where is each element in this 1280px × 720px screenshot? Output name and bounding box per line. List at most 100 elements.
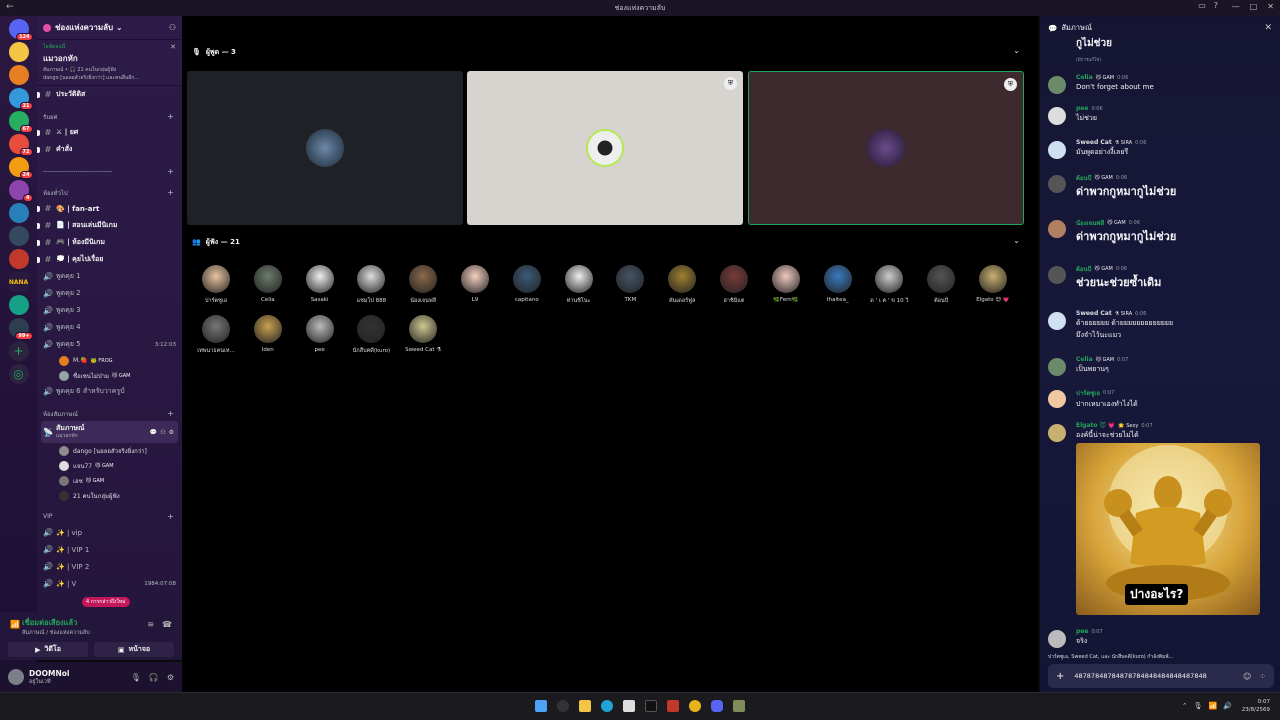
- voice-user[interactable]: M.🍓 🐸 FROG: [37, 353, 182, 368]
- discord-icon[interactable]: [711, 700, 723, 712]
- server-icon[interactable]: 24: [8, 157, 33, 179]
- category-general[interactable]: ห้องทั่วไป +: [37, 185, 182, 200]
- avatar[interactable]: [8, 669, 24, 685]
- add-channel-icon[interactable]: +: [167, 188, 174, 197]
- server-icon[interactable]: [8, 65, 29, 85]
- chevron-down-icon[interactable]: ⌄: [1013, 236, 1020, 245]
- voice-channel[interactable]: 🔊 พูดคุย 3: [37, 302, 182, 319]
- speaker-tile[interactable]: [187, 71, 463, 225]
- avatar[interactable]: [1048, 76, 1066, 94]
- add-attachment-icon[interactable]: +: [1056, 671, 1064, 682]
- listener-item[interactable]: thaitea_: [814, 265, 862, 303]
- clock[interactable]: 0:07 23/8/2569: [1242, 698, 1270, 714]
- listener-item[interactable]: Elgato 😈 💗: [969, 265, 1017, 303]
- app-icon[interactable]: [733, 700, 745, 712]
- server-icon[interactable]: [8, 249, 29, 269]
- message-author[interactable]: Sweed Cat: [1076, 139, 1112, 146]
- message-author[interactable]: pee: [1076, 628, 1088, 635]
- listener-item[interactable]: Sasaki: [296, 265, 344, 303]
- listener-item[interactable]: ต้อนบี: [917, 265, 965, 305]
- listener-item[interactable]: คันเดอร์ฟูล: [658, 265, 706, 305]
- noise-suppression-icon[interactable]: ≋: [147, 620, 154, 629]
- voice-channel[interactable]: 🔊 ✨ | V 1984:07:08: [37, 575, 182, 592]
- avatar[interactable]: [1048, 141, 1066, 159]
- stage-user[interactable]: 21 คนในกลุ่มผู้ฟัง: [37, 488, 182, 503]
- listener-item[interactable]: TKM: [606, 265, 654, 303]
- voice-channel[interactable]: 🔊 พูดคุย 1: [37, 268, 182, 285]
- guild-header[interactable]: ช่องแห่งความลับ ⌄ ⚇: [37, 16, 182, 40]
- server-icon[interactable]: 67: [8, 111, 33, 133]
- speaker-tile[interactable]: ⛨: [467, 71, 743, 225]
- channel-item[interactable]: # 💭 | คุยไปเรื่อย: [37, 251, 182, 268]
- voice-channel[interactable]: 🔊 พูดคุย 2: [37, 285, 182, 302]
- settings-gear-icon[interactable]: ⚙: [169, 429, 174, 436]
- server-icon[interactable]: [8, 295, 29, 315]
- file-explorer-icon[interactable]: [579, 700, 591, 712]
- server-icon[interactable]: 72: [8, 134, 33, 156]
- listener-item[interactable]: ด ' เ ค ' ข 10 วิ: [865, 265, 913, 305]
- avatar[interactable]: [1048, 107, 1066, 125]
- emoji-icon[interactable]: ☺: [1243, 672, 1251, 681]
- disconnect-icon[interactable]: ☎: [162, 620, 172, 629]
- server-icon[interactable]: 99+: [8, 318, 33, 340]
- listener-item[interactable]: Iden: [244, 315, 292, 353]
- store-icon[interactable]: [623, 700, 635, 712]
- screen-share-button[interactable]: ▣ หน้าจอ: [94, 642, 174, 657]
- voice-channel[interactable]: 🔊 ✨ | VIP 2: [37, 558, 182, 575]
- server-icon[interactable]: 4: [8, 180, 33, 202]
- avatar[interactable]: [1048, 175, 1066, 193]
- app-icon[interactable]: [667, 700, 679, 712]
- listener-item[interactable]: 🌿Fern🌿: [762, 265, 810, 303]
- edge-icon[interactable]: [601, 700, 613, 712]
- wifi-icon[interactable]: 📶: [1209, 702, 1218, 710]
- close-icon[interactable]: ✕: [170, 43, 176, 51]
- server-icon[interactable]: 124: [8, 19, 33, 41]
- message-input[interactable]: + 48787848784878784848484848487848 ☺ ⁘: [1048, 664, 1274, 688]
- message-author[interactable]: Sweed Cat: [1076, 310, 1112, 317]
- avatar[interactable]: [1048, 266, 1066, 284]
- listener-item[interactable]: capitano: [503, 265, 551, 303]
- chrome-icon[interactable]: [689, 700, 701, 712]
- inbox-icon[interactable]: ▭: [1198, 1, 1206, 10]
- server-icon[interactable]: 31: [8, 88, 33, 110]
- listener-item[interactable]: L9: [451, 265, 499, 303]
- mentions-chip[interactable]: 4 การกล่าวถึงใหม่: [82, 597, 130, 607]
- live-stage-event[interactable]: ไลฟ์ตอนนี้ แมวอกหัก สัมภาษณ์ • 🎧 21 คนใน…: [37, 40, 182, 86]
- message-author[interactable]: ปาร์ตซูเอ: [1076, 388, 1100, 398]
- message-input-value[interactable]: 48787848784878784848484848487848: [1074, 672, 1206, 680]
- voice-channel[interactable]: 🔊 พูดคุย 4: [37, 319, 182, 336]
- listener-item[interactable]: ปาร์ตซูเอ: [192, 265, 240, 305]
- apps-icon[interactable]: ⁘: [1259, 672, 1266, 681]
- tiktok-icon[interactable]: [645, 700, 657, 712]
- stage-channel-selected[interactable]: 📡 สัมภาษณ์ แมวอกหัก 💬 ⚇ ⚙: [41, 421, 178, 443]
- avatar[interactable]: [1048, 358, 1066, 376]
- listener-item[interactable]: Sweed Cat ⚗: [399, 315, 447, 353]
- add-member-icon[interactable]: ⚇: [169, 23, 176, 32]
- add-channel-icon[interactable]: +: [167, 409, 174, 418]
- avatar[interactable]: [1048, 630, 1066, 648]
- help-icon[interactable]: ?: [1214, 1, 1218, 10]
- voice-channel[interactable]: 🔊 พูดคุย 5 3:12:03: [37, 336, 182, 353]
- avatar[interactable]: [1048, 424, 1066, 442]
- message-author[interactable]: pee: [1076, 105, 1088, 112]
- channel-item[interactable]: # ⚔ | ยศ: [37, 124, 182, 141]
- voice-user[interactable]: ชื่อเซนไม่ป่าม 😼 GAM: [37, 368, 182, 383]
- add-channel-icon[interactable]: +: [167, 167, 174, 176]
- channel-item[interactable]: # ประวัติดิส: [37, 86, 182, 103]
- minimize-button[interactable]: —: [1232, 2, 1240, 11]
- stage-user[interactable]: dango [นอลอสัวจริงยิ่งกว่า]: [37, 443, 182, 458]
- microphone-icon[interactable]: 🎙: [1194, 702, 1203, 710]
- listener-item[interactable]: นักสืบคดี(kuro): [347, 315, 395, 355]
- listener-item[interactable]: ฮาชิมิแต: [710, 265, 758, 305]
- add-user-icon[interactable]: ⚇: [160, 429, 165, 436]
- server-icon[interactable]: NANA: [8, 272, 29, 292]
- message-author[interactable]: ต้อนบี: [1076, 264, 1091, 274]
- back-arrow-icon[interactable]: ←: [6, 2, 14, 12]
- discover-icon[interactable]: ◎: [8, 364, 29, 384]
- stage-user[interactable]: เฮซ 😼 GAM: [37, 473, 182, 488]
- listener-item[interactable]: เทพนาธคนเห...: [192, 315, 240, 355]
- close-icon[interactable]: ✕: [1264, 23, 1272, 33]
- start-icon[interactable]: [535, 700, 547, 712]
- voice-channel[interactable]: 🔊 ✨ | vip: [37, 524, 182, 541]
- message-author[interactable]: Elgato 😈 💗: [1076, 422, 1115, 429]
